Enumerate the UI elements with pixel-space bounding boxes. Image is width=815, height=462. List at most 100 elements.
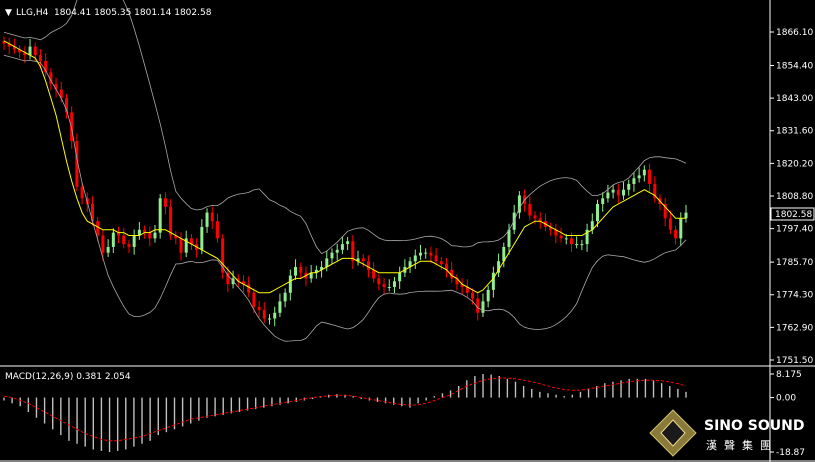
header-arrow[interactable]: ▼ <box>5 8 12 18</box>
candle-body <box>163 198 167 207</box>
candle-body <box>486 289 490 302</box>
candle-body <box>340 244 344 250</box>
candle-body <box>439 261 443 265</box>
candle-body <box>679 218 683 239</box>
macd-tick-label: 0.00 <box>776 394 796 404</box>
candle-body <box>528 204 532 216</box>
candle-body <box>471 292 475 299</box>
candle-body <box>101 235 105 253</box>
candle-body <box>262 309 266 319</box>
candle-body <box>215 221 219 239</box>
logo-name: SINO SOUND <box>704 418 804 434</box>
price-tick-label: 1797.40 <box>776 225 813 235</box>
candle-body <box>366 261 370 270</box>
header-symbol: LLG,H4 <box>16 8 49 18</box>
candle-body <box>481 301 485 313</box>
candle-body <box>601 198 605 205</box>
candle-body <box>372 269 376 279</box>
candle-body <box>616 189 620 196</box>
candle-body <box>205 212 209 227</box>
candle-body <box>122 235 126 245</box>
candle-body <box>96 221 100 236</box>
candle-body <box>387 287 391 289</box>
candle-body <box>424 252 428 254</box>
candle-body <box>148 232 152 239</box>
price-tick-label: 1774.30 <box>776 291 813 301</box>
candle-body <box>288 275 292 293</box>
price-tick-label: 1808.80 <box>776 192 813 202</box>
candle-body <box>491 272 495 290</box>
price-axis-ticks: 1866.10 1854.40 1843.00 1831.60 1820.20 1808.… <box>770 28 813 366</box>
macd-header: MACD(12,26,9) 0.381 2.054 <box>5 372 131 382</box>
candle-body <box>622 189 626 196</box>
candle-body <box>247 284 251 293</box>
candle-body <box>200 226 204 250</box>
candle-body <box>575 244 579 246</box>
price-tick-label: 1785.70 <box>776 258 813 268</box>
candle-body <box>33 46 37 56</box>
candle-body <box>38 55 42 61</box>
price-tick-label: 1831.60 <box>776 127 813 137</box>
candle-body <box>169 206 173 236</box>
candle-body <box>418 252 422 256</box>
candle-body <box>325 258 329 267</box>
candle-body <box>637 175 641 179</box>
candle-body <box>434 255 438 262</box>
candle-body <box>132 235 136 247</box>
candle-body <box>507 229 511 247</box>
candle-body <box>210 212 214 222</box>
price-tick-label: 1820.20 <box>776 159 813 169</box>
candle-body <box>299 266 303 273</box>
candle-body <box>627 183 631 190</box>
candle-body <box>559 235 563 239</box>
candle-body <box>674 229 678 239</box>
candle-body <box>252 292 256 308</box>
current-price-label: 1802.58 <box>770 207 815 221</box>
price-tick-label: 1762.90 <box>776 323 813 333</box>
candle-body <box>606 192 610 199</box>
candle-body <box>533 215 537 219</box>
candle-body <box>28 46 32 56</box>
current-price-text: 1802.58 <box>775 210 812 220</box>
candle-body <box>80 186 84 199</box>
price-tick-label: 1854.40 <box>776 61 813 71</box>
candle-body <box>413 255 417 262</box>
macd-signal-line <box>3 377 687 442</box>
candle-body <box>257 307 261 310</box>
candle-body <box>632 178 636 184</box>
candle-body <box>106 246 110 253</box>
chart-canvas[interactable]: 1866.10 1854.40 1843.00 1831.60 1820.20 1808.… <box>0 0 815 462</box>
candle-body <box>569 238 573 245</box>
candle-body <box>564 238 568 240</box>
candle-body <box>361 258 365 262</box>
candle-body <box>377 278 381 285</box>
header-ohlc: 1804.41 1805.35 1801.14 1802.58 <box>54 8 212 18</box>
candle-body <box>398 272 402 282</box>
price-tick-label: 1866.10 <box>776 28 813 38</box>
price-tick-label: 1843.00 <box>776 94 813 104</box>
bollinger-upper-band <box>3 0 687 255</box>
candle-body <box>382 284 386 288</box>
candle-body <box>429 252 433 256</box>
candle-body <box>127 244 131 247</box>
macd-tick-label: -18.87 <box>776 448 805 458</box>
candle-body <box>330 252 334 259</box>
candles-layer <box>2 36 688 327</box>
candle-body <box>684 212 688 219</box>
candle-body <box>476 298 480 313</box>
macd-tick-label: 8.175 <box>776 370 802 380</box>
candle-body <box>642 169 646 176</box>
candle-body <box>278 301 282 313</box>
logo-subtitle: 漢聲集團 <box>706 438 778 452</box>
moving-average-line <box>3 40 686 294</box>
candle-body <box>158 198 162 233</box>
candle-body <box>392 281 396 288</box>
candle-body <box>111 232 115 247</box>
candle-body <box>179 238 183 253</box>
candle-body <box>580 244 584 246</box>
candle-body <box>595 204 599 222</box>
candle-body <box>668 218 672 230</box>
candle-body <box>335 249 339 253</box>
candle-body <box>294 266 298 276</box>
bollinger-lower-band <box>3 54 687 342</box>
